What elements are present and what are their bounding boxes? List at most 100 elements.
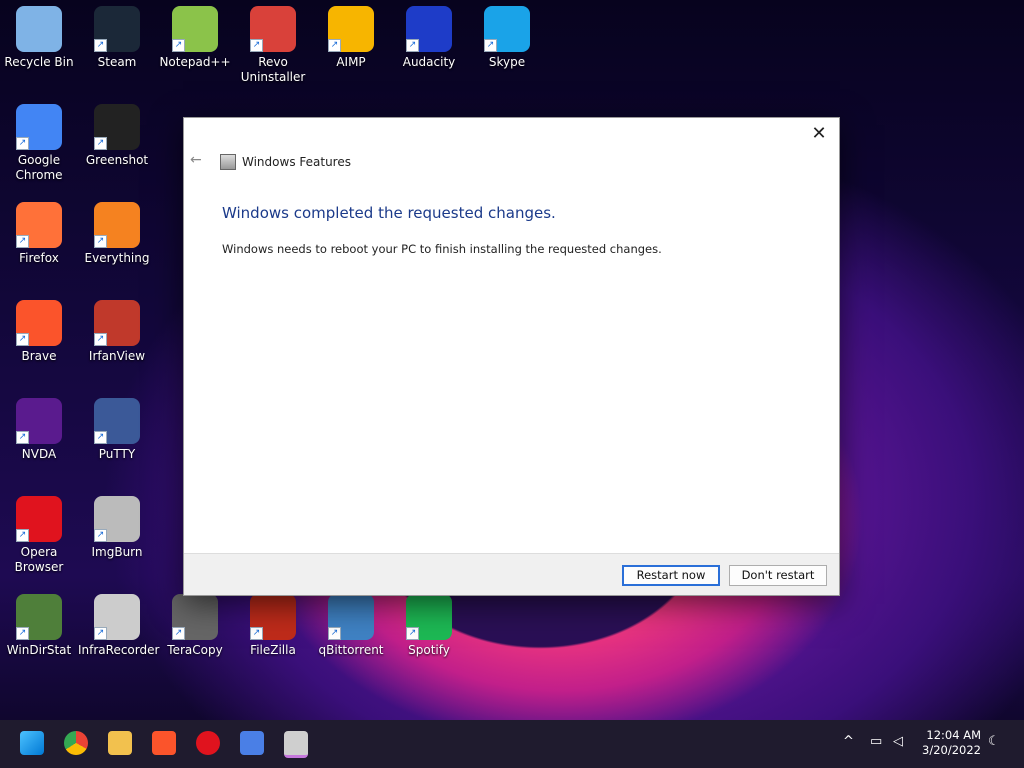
app-icon: ↗ — [16, 594, 62, 640]
desktop-icon-label: qBittorrent — [318, 643, 384, 657]
desktop-icon-label: Steam — [97, 55, 137, 69]
shortcut-arrow-icon: ↗ — [94, 627, 107, 640]
app-icon: ↗ — [406, 594, 452, 640]
desktop-icon-opera-browser[interactable]: ↗ Opera Browser — [0, 490, 78, 575]
desktop-icon-label: Skype — [488, 55, 526, 69]
windows-features-taskbar-icon[interactable] — [284, 731, 308, 758]
app-icon: ↗ — [16, 300, 62, 346]
back-arrow-icon[interactable]: ← — [190, 152, 202, 168]
app-icon: ↗ — [328, 6, 374, 52]
desktop-icon-label: Everything — [84, 251, 150, 265]
desktop-icon-label: WinDirStat — [6, 643, 72, 657]
shortcut-arrow-icon: ↗ — [94, 235, 107, 248]
app-icon: ↗ — [16, 202, 62, 248]
desktop-icon-label: Opera Browser — [14, 545, 64, 574]
dialog-footer: Restart now Don't restart — [184, 553, 839, 595]
desktop-icon-greenshot[interactable]: ↗ Greenshot — [78, 98, 156, 168]
desktop-icon-irfanview[interactable]: ↗ IrfanView — [78, 294, 156, 364]
desktop-icon-audacity[interactable]: ↗ Audacity — [390, 0, 468, 70]
shortcut-arrow-icon: ↗ — [94, 39, 107, 52]
shortcut-arrow-icon: ↗ — [250, 627, 263, 640]
shortcut-arrow-icon: ↗ — [94, 431, 107, 444]
app-icon: ↗ — [172, 6, 218, 52]
desktop-icon-label: InfraRecorder — [78, 643, 160, 657]
app-icon: ↗ — [94, 496, 140, 542]
clock-time: 12:04 AM — [926, 728, 981, 742]
dialog-title-row: Windows Features — [220, 154, 351, 170]
file-explorer-icon[interactable] — [108, 731, 132, 755]
desktop-icon-aimp[interactable]: ↗ AIMP — [312, 0, 390, 70]
app-icon: ↗ — [94, 6, 140, 52]
shortcut-arrow-icon: ↗ — [172, 627, 185, 640]
desktop-icon-label: Recycle Bin — [4, 55, 74, 69]
desktop-icon-label: Brave — [21, 349, 57, 363]
focus-assist-moon-icon[interactable]: ☾ — [988, 734, 1000, 749]
shortcut-arrow-icon: ↗ — [16, 529, 29, 542]
app-taskbar-icon[interactable] — [240, 731, 264, 755]
dont-restart-button[interactable]: Don't restart — [729, 565, 827, 586]
desktop-icon-label: TeraCopy — [167, 643, 223, 657]
desktop-icon-label: IrfanView — [88, 349, 146, 363]
app-icon: ↗ — [250, 6, 296, 52]
desktop-icon-qbittorrent[interactable]: ↗ qBittorrent — [312, 588, 390, 658]
desktop-icon-teracopy[interactable]: ↗ TeraCopy — [156, 588, 234, 658]
volume-icon[interactable]: ◁ — [893, 734, 903, 749]
windows-features-icon — [220, 154, 236, 170]
shortcut-arrow-icon: ↗ — [94, 137, 107, 150]
desktop-icon-nvda[interactable]: ↗ NVDA — [0, 392, 78, 462]
desktop-icon-label: NVDA — [21, 447, 57, 461]
app-icon: ↗ — [16, 398, 62, 444]
shortcut-arrow-icon: ↗ — [16, 431, 29, 444]
desktop-icon-windirstat[interactable]: ↗ WinDirStat — [0, 588, 78, 658]
start-icon[interactable] — [20, 731, 44, 755]
desktop-icon-everything[interactable]: ↗ Everything — [78, 196, 156, 266]
desktop-icon-label: Spotify — [408, 643, 450, 657]
dialog-message: Windows needs to reboot your PC to finis… — [222, 242, 662, 256]
shortcut-arrow-icon: ↗ — [16, 235, 29, 248]
brave-taskbar-icon[interactable] — [152, 731, 176, 755]
desktop-icon-revo-uninstaller[interactable]: ↗ Revo Uninstaller — [234, 0, 312, 85]
desktop-icon-infrarecorder[interactable]: ↗ InfraRecorder — [78, 588, 160, 658]
shortcut-arrow-icon: ↗ — [250, 39, 263, 52]
app-icon: ↗ — [94, 594, 140, 640]
opera-taskbar-icon[interactable] — [196, 731, 220, 755]
chrome-taskbar-icon[interactable] — [64, 731, 88, 755]
desktop-icon-label: Google Chrome — [15, 153, 63, 182]
desktop-icon-label: AIMP — [336, 55, 366, 69]
app-icon: ↗ — [94, 300, 140, 346]
app-icon: ↗ — [94, 202, 140, 248]
shortcut-arrow-icon: ↗ — [484, 39, 497, 52]
desktop-icon-label: PuTTY — [98, 447, 136, 461]
windows-features-dialog: ✕ ← Windows Features Windows completed t… — [183, 117, 840, 596]
shortcut-arrow-icon: ↗ — [94, 333, 107, 346]
shortcut-arrow-icon: ↗ — [16, 333, 29, 346]
system-clock[interactable]: 12:04 AM 3/20/2022 — [922, 728, 981, 758]
close-button[interactable]: ✕ — [807, 122, 831, 146]
clock-date: 3/20/2022 — [922, 743, 981, 757]
desktop-icon-spotify[interactable]: ↗ Spotify — [390, 588, 468, 658]
desktop-icon-imgburn[interactable]: ↗ ImgBurn — [78, 490, 156, 560]
desktop-icon-firefox[interactable]: ↗ Firefox — [0, 196, 78, 266]
shortcut-arrow-icon: ↗ — [94, 529, 107, 542]
desktop-icon-label: Greenshot — [85, 153, 149, 167]
shortcut-arrow-icon: ↗ — [16, 137, 29, 150]
desktop-icon-recycle-bin[interactable]: Recycle Bin — [0, 0, 78, 70]
network-icon[interactable]: ▭ — [870, 734, 882, 749]
dialog-headline: Windows completed the requested changes. — [222, 204, 556, 222]
desktop-icon-google-chrome[interactable]: ↗ Google Chrome — [0, 98, 78, 183]
desktop-icon-label: Revo Uninstaller — [240, 55, 306, 84]
app-icon: ↗ — [94, 104, 140, 150]
desktop-icon-label: ImgBurn — [91, 545, 143, 559]
shortcut-arrow-icon: ↗ — [328, 627, 341, 640]
restart-now-button[interactable]: Restart now — [622, 565, 720, 586]
dialog-title: Windows Features — [242, 155, 351, 169]
shortcut-arrow-icon: ↗ — [406, 627, 419, 640]
desktop-icon-putty[interactable]: ↗ PuTTY — [78, 392, 156, 462]
desktop-icon-notepad-[interactable]: ↗ Notepad++ — [156, 0, 234, 70]
desktop-icon-filezilla[interactable]: ↗ FileZilla — [234, 588, 312, 658]
app-icon — [16, 6, 62, 52]
desktop-icon-brave[interactable]: ↗ Brave — [0, 294, 78, 364]
desktop-icon-steam[interactable]: ↗ Steam — [78, 0, 156, 70]
desktop-icon-skype[interactable]: ↗ Skype — [468, 0, 546, 70]
show-hidden-icons-chevron-icon[interactable]: ^ — [843, 734, 854, 749]
